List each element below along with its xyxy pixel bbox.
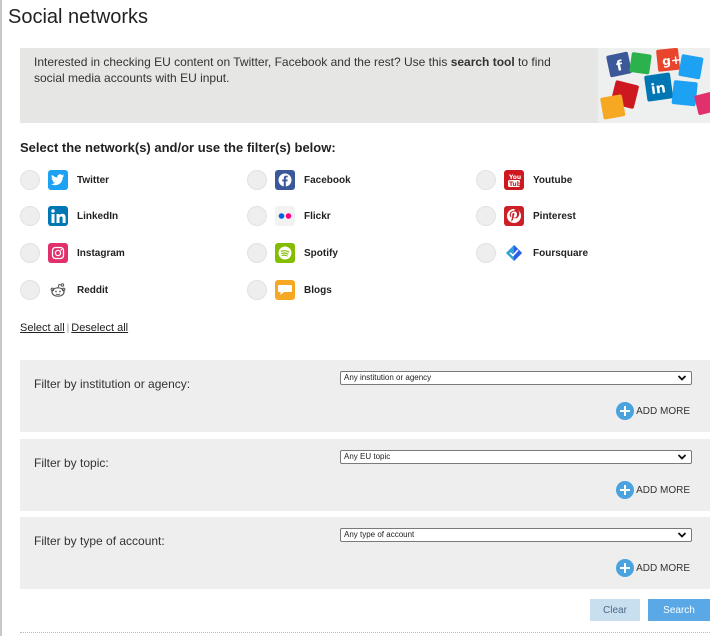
reddit-icon xyxy=(48,280,68,300)
network-option-reddit[interactable]: Reddit xyxy=(20,279,108,301)
network-label: Foursquare xyxy=(533,247,589,259)
pinterest-icon xyxy=(504,206,524,226)
separator: | xyxy=(66,323,70,334)
spotify-icon xyxy=(275,243,295,263)
select-all-link[interactable]: Select all xyxy=(20,322,65,334)
network-label: Youtube xyxy=(533,174,573,186)
foursquare-icon xyxy=(504,243,524,263)
network-option-instagram[interactable]: Instagram xyxy=(20,242,125,264)
filter-institution: Filter by institution or agency: Any ins… xyxy=(20,360,710,432)
radio-button[interactable] xyxy=(20,243,40,263)
add-more-label: ADD MORE xyxy=(636,405,690,417)
flickr-icon xyxy=(275,206,295,226)
svg-text:You: You xyxy=(508,174,521,181)
add-more-button[interactable]: ADD MORE xyxy=(616,559,690,577)
clear-button[interactable]: Clear xyxy=(590,599,640,621)
network-label: LinkedIn xyxy=(77,210,119,222)
radio-button[interactable] xyxy=(247,206,267,226)
network-option-facebook[interactable]: Facebook xyxy=(247,169,351,191)
network-option-twitter[interactable]: Twitter xyxy=(20,169,109,191)
network-option-linkedin[interactable]: LinkedIn xyxy=(20,205,118,227)
institution-select[interactable]: Any institution or agency xyxy=(340,371,692,385)
svg-text:Tube: Tube xyxy=(509,181,522,188)
chevron-down-icon xyxy=(677,454,687,460)
network-option-pinterest[interactable]: Pinterest xyxy=(476,205,576,227)
facebook-icon xyxy=(275,170,295,190)
select-value: Any institution or agency xyxy=(344,373,432,382)
add-more-button[interactable]: ADD MORE xyxy=(616,481,690,499)
network-option-foursquare[interactable]: Foursquare xyxy=(476,242,588,264)
add-more-button[interactable]: ADD MORE xyxy=(616,402,690,420)
select-value: Any EU topic xyxy=(344,452,391,461)
divider xyxy=(20,632,710,633)
instagram-icon xyxy=(48,243,68,263)
network-label: Twitter xyxy=(77,174,110,186)
linkedin-icon xyxy=(48,206,68,226)
plus-icon xyxy=(616,481,635,499)
filter-label: Filter by type of account: xyxy=(34,534,165,548)
network-option-blogs[interactable]: Blogs xyxy=(247,279,332,301)
radio-button[interactable] xyxy=(476,243,496,263)
page-title: Social networks xyxy=(8,6,149,28)
filter-topic: Filter by topic: Any EU topic ADD MORE xyxy=(20,439,710,511)
plus-icon xyxy=(616,402,635,420)
select-value: Any type of account xyxy=(344,530,415,539)
chevron-down-icon xyxy=(677,532,687,538)
network-option-flickr[interactable]: Flickr xyxy=(247,205,331,227)
deselect-all-link[interactable]: Deselect all xyxy=(71,322,128,334)
social-media-cubes-image: f g+ in xyxy=(598,48,710,123)
topic-select[interactable]: Any EU topic xyxy=(340,450,692,464)
network-option-spotify[interactable]: Spotify xyxy=(247,242,338,264)
radio-button[interactable] xyxy=(247,170,267,190)
account-type-select[interactable]: Any type of account xyxy=(340,528,692,542)
radio-button[interactable] xyxy=(476,206,496,226)
filter-account-type: Filter by type of account: Any type of a… xyxy=(20,517,710,589)
search-button[interactable]: Search xyxy=(648,599,710,621)
intro-banner: Interested in checking EU content on Twi… xyxy=(20,48,710,123)
plus-icon xyxy=(616,559,635,577)
youtube-icon: YouTube xyxy=(504,170,524,190)
radio-button[interactable] xyxy=(476,170,496,190)
blogs-icon xyxy=(275,280,295,300)
radio-button[interactable] xyxy=(20,280,40,300)
filter-label: Filter by topic: xyxy=(34,456,109,470)
selection-links: Select all | Deselect all xyxy=(20,322,128,334)
network-option-youtube[interactable]: YouTube Youtube xyxy=(476,169,572,191)
chevron-down-icon xyxy=(677,375,687,381)
network-label: Pinterest xyxy=(533,210,576,222)
network-label: Spotify xyxy=(304,247,338,259)
intro-text: Interested in checking EU content on Twi… xyxy=(34,55,551,85)
network-label: Blogs xyxy=(304,284,332,296)
twitter-icon xyxy=(48,170,68,190)
svg-text:in: in xyxy=(650,80,667,98)
network-label: Flickr xyxy=(304,210,331,222)
left-border xyxy=(0,0,2,636)
add-more-label: ADD MORE xyxy=(636,562,690,574)
radio-button[interactable] xyxy=(20,206,40,226)
filter-label: Filter by institution or agency: xyxy=(34,377,191,391)
radio-button[interactable] xyxy=(247,280,267,300)
radio-button[interactable] xyxy=(247,243,267,263)
radio-button[interactable] xyxy=(20,170,40,190)
network-label: Reddit xyxy=(77,284,109,296)
network-label: Facebook xyxy=(304,174,351,186)
svg-text:g+: g+ xyxy=(661,52,681,68)
add-more-label: ADD MORE xyxy=(636,484,690,496)
network-label: Instagram xyxy=(77,247,125,259)
networks-heading: Select the network(s) and/or use the fil… xyxy=(20,140,336,155)
